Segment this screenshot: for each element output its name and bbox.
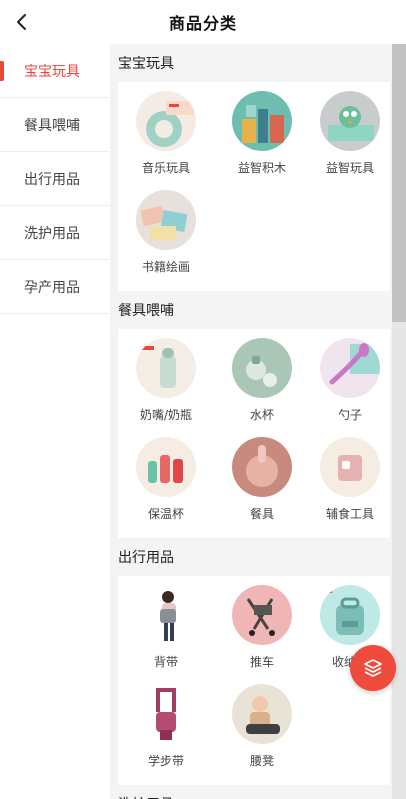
product-image bbox=[320, 338, 380, 398]
product-image bbox=[136, 585, 196, 645]
section-grid-baby-toys: 音乐玩具 益智积木 益智玩具 书籍绘画 bbox=[118, 82, 390, 291]
product-image bbox=[232, 437, 292, 497]
layers-button[interactable] bbox=[350, 645, 396, 691]
back-button[interactable] bbox=[8, 8, 36, 36]
category-item-stroller[interactable]: 推车 bbox=[214, 583, 310, 682]
category-item-spoons[interactable]: 勺子 bbox=[310, 336, 390, 435]
chevron-left-icon bbox=[17, 14, 26, 30]
category-item-baby-carrier[interactable]: 背带 bbox=[118, 583, 214, 682]
product-image bbox=[136, 338, 196, 398]
category-item-hip-seat[interactable]: 腰凳 bbox=[214, 682, 310, 781]
product-image bbox=[232, 684, 292, 744]
category-sidebar: 宝宝玩具 餐具喂哺 出行用品 洗护用品 孕产用品 bbox=[0, 44, 110, 799]
product-image bbox=[136, 437, 196, 497]
category-item-food-tools[interactable]: 辅食工具 bbox=[310, 435, 390, 534]
scrollbar-thumb[interactable] bbox=[392, 44, 406, 322]
product-image bbox=[320, 437, 380, 497]
layers-icon bbox=[364, 659, 382, 677]
category-item-books-drawing[interactable]: 书籍绘画 bbox=[118, 188, 214, 287]
section-grid-feeding: 奶嘴/奶瓶 水杯 勺子 保温杯 餐具 辅食工具 bbox=[118, 329, 390, 538]
sidebar-item-baby-toys[interactable]: 宝宝玩具 bbox=[0, 44, 110, 98]
page-title: 商品分类 bbox=[168, 14, 237, 33]
sidebar-item-bath-care[interactable]: 洗护用品 bbox=[0, 206, 110, 260]
category-item-tableware[interactable]: 餐具 bbox=[214, 435, 310, 534]
sidebar-item-feeding[interactable]: 餐具喂哺 bbox=[0, 98, 110, 152]
product-image bbox=[320, 585, 380, 645]
product-image bbox=[136, 91, 196, 151]
section-grid-travel: 背带 推车 收纳包 学步带 腰凳 bbox=[118, 576, 390, 785]
product-image bbox=[232, 338, 292, 398]
category-item-cups[interactable]: 水杯 bbox=[214, 336, 310, 435]
category-item-walking-harness[interactable]: 学步带 bbox=[118, 682, 214, 781]
product-image bbox=[320, 91, 380, 151]
category-item-thermos[interactable]: 保温杯 bbox=[118, 435, 214, 534]
section-title-baby-toys: 宝宝玩具 bbox=[118, 56, 174, 72]
section-title-bath-care: 洗护用品 bbox=[110, 785, 406, 799]
category-item-music-toys[interactable]: 音乐玩具 bbox=[118, 89, 214, 188]
category-item-building-blocks[interactable]: 益智积木 bbox=[214, 89, 310, 188]
sidebar-item-travel[interactable]: 出行用品 bbox=[0, 152, 110, 206]
product-image bbox=[136, 684, 196, 744]
product-image bbox=[232, 585, 292, 645]
top-bar: 商品分类 bbox=[0, 0, 406, 44]
section-title-feeding: 餐具喂哺 bbox=[118, 303, 174, 319]
product-image bbox=[136, 190, 196, 250]
product-image bbox=[232, 91, 292, 151]
category-item-educational-toys[interactable]: 益智玩具 bbox=[310, 89, 390, 188]
section-title-travel: 出行用品 bbox=[118, 550, 174, 566]
sidebar-item-maternity[interactable]: 孕产用品 bbox=[0, 260, 110, 314]
category-item-bottles[interactable]: 奶嘴/奶瓶 bbox=[118, 336, 214, 435]
